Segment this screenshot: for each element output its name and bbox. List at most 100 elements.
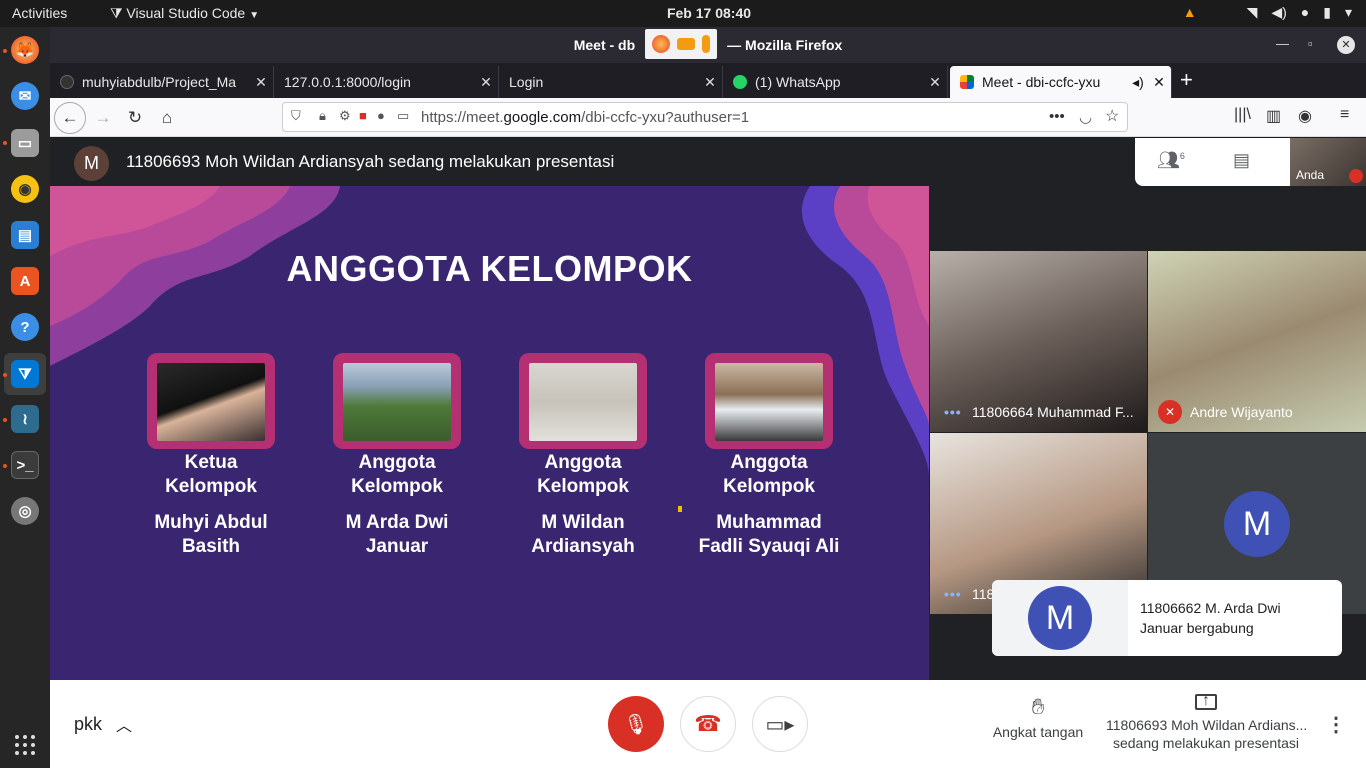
running-indicator <box>3 141 7 145</box>
clock[interactable]: Feb 17 08:40 <box>0 5 1366 21</box>
account-icon[interactable]: ◉ <box>1298 106 1312 126</box>
back-button[interactable]: ← <box>54 102 86 134</box>
presenting-line-2: sedang melakukan presentasi <box>1112 735 1299 751</box>
member-name: Muhyi Abdul Basith <box>116 511 306 559</box>
participant-name: 11806664 Muhammad F... <box>972 404 1134 420</box>
close-tab-icon[interactable]: ✕ <box>923 74 947 91</box>
forward-button[interactable]: → <box>90 105 116 131</box>
member-name: M Wildan Ardiansyah <box>488 511 678 559</box>
terminal-icon[interactable]: >_ <box>11 451 39 479</box>
software-center-icon[interactable]: A <box>11 267 39 295</box>
close-tab-icon[interactable]: ✕ <box>249 74 273 91</box>
tab-label: muhyiabdulb/Project_Ma <box>82 74 237 90</box>
page-actions-icon[interactable]: ••• <box>1049 108 1065 125</box>
libreoffice-writer-icon[interactable]: ▤ <box>11 221 39 249</box>
raise-hand-button[interactable]: ✋︎ Angkat tangan <box>992 694 1084 740</box>
toggle-microphone-button[interactable]: 🎙︎ <box>608 696 664 752</box>
camera-permission-icon[interactable]: ■ <box>359 108 367 123</box>
thunderbird-icon[interactable]: ✉ <box>11 82 39 110</box>
member-photo <box>343 363 451 441</box>
bookmark-star-icon[interactable]: ☆ <box>1105 106 1119 126</box>
self-view[interactable]: Anda <box>1290 138 1366 186</box>
participant-tile[interactable]: ••• 11806664 Muhammad F... <box>930 251 1147 432</box>
tab-label: Meet - dbi-ccfc-yxu <box>982 74 1101 90</box>
name-line-1: Muhammad <box>716 512 822 533</box>
rhythmbox-icon[interactable]: ◉ <box>11 175 39 203</box>
close-tab-icon[interactable]: ✕ <box>698 74 722 91</box>
window-title-right: — Mozilla Firefox <box>727 37 843 53</box>
participant-tile[interactable]: ✕ Andre Wijayanto <box>1148 251 1366 432</box>
sidebar-icon[interactable]: ▥ <box>1266 106 1281 126</box>
chat-button[interactable]: ▤ <box>1233 150 1250 171</box>
member-role: Anggota Kelompok <box>312 451 482 499</box>
close-tab-icon[interactable]: ✕ <box>474 74 498 91</box>
menu-icon[interactable]: ≡ <box>1340 106 1349 124</box>
more-options-icon[interactable]: ⋮ <box>1326 712 1346 737</box>
presenting-button[interactable]: ↑ 11806693 Moh Wildan Ardians... sedang … <box>1106 693 1308 752</box>
vscode-icon[interactable]: ⧩ <box>11 360 39 388</box>
participants-count: 6 <box>1179 151 1185 161</box>
toggle-camera-button[interactable]: ▭▸ <box>752 696 808 752</box>
close-window-icon[interactable]: ✕ <box>1337 36 1355 54</box>
photo-frame <box>705 353 833 449</box>
lock-icon[interactable]: 🔒︎ <box>319 108 326 124</box>
pocket-icon[interactable]: ◡ <box>1079 108 1092 126</box>
help-icon[interactable]: ? <box>11 313 39 341</box>
disk-icon[interactable]: ◎ <box>11 497 39 525</box>
speaking-indicator: ••• <box>944 404 962 420</box>
close-tab-icon[interactable]: ✕ <box>1147 74 1171 91</box>
tab-audio-icon[interactable]: ◂) <box>1129 74 1147 91</box>
home-button[interactable]: ⌂ <box>154 105 180 131</box>
wifi-icon: ◥ <box>1246 4 1258 20</box>
maximize-icon[interactable]: ▫ <box>1308 36 1313 51</box>
firefox-icon[interactable]: 🦊 <box>11 36 39 64</box>
tab-whatsapp[interactable]: (1) WhatsApp ✕ <box>723 66 948 98</box>
hand-icon: ✋︎ <box>1031 694 1045 719</box>
member-role: Ketua Kelompok <box>126 451 296 499</box>
google-meet-icon <box>960 75 974 89</box>
chevron-up-icon[interactable]: ︿ <box>116 712 132 736</box>
mysql-workbench-icon[interactable]: ≀ <box>11 405 39 433</box>
name-line-2: Fadli Syauqi Ali <box>698 536 840 557</box>
presenting-line-1: 11806693 Moh Wildan Ardians... <box>1106 717 1308 733</box>
show-applications-icon[interactable] <box>15 735 35 755</box>
tab-meet[interactable]: Meet - dbi-ccfc-yxu ◂) ✕ <box>950 66 1172 98</box>
tab-label: 127.0.0.1:8000/login <box>284 74 411 90</box>
power-menu-icon[interactable]: ▾ <box>1345 4 1352 21</box>
leave-call-button[interactable]: ☎︎ <box>680 696 736 752</box>
tab-login[interactable]: Login ✕ <box>499 66 723 98</box>
github-icon <box>60 75 74 89</box>
microphone-permission-icon[interactable]: ● <box>377 108 385 123</box>
reload-button[interactable]: ↻ <box>122 105 148 131</box>
role-line-2: Kelompok <box>165 476 257 497</box>
meeting-name[interactable]: pkk <box>74 714 102 735</box>
presenter-label: 11806693 Moh Wildan Ardiansyah sedang me… <box>126 152 615 171</box>
tab-github[interactable]: muhyiabdulb/Project_Ma ✕ <box>50 66 274 98</box>
system-top-bar: Activities ⧩ Visual Studio Code ▼ Feb 17 … <box>0 0 1366 27</box>
tab-localhost-login[interactable]: 127.0.0.1:8000/login ✕ <box>274 66 499 98</box>
tab-label: Login <box>509 74 544 90</box>
people-icon: 👥︎ <box>1157 150 1180 170</box>
name-line-1: M Wildan <box>541 512 625 533</box>
navigation-toolbar: ← → ↻ ⌂ ⛉ 🔒︎ ⚙ ■ ● ▭ https://meet.google… <box>50 98 1366 137</box>
meet-app: M 11806693 Moh Wildan Ardiansyah sedang … <box>50 138 1366 768</box>
address-bar[interactable]: ⛉ 🔒︎ ⚙ ■ ● ▭ https://meet.google.com/dbi… <box>282 102 1128 132</box>
name-line-2: Januar <box>365 536 429 557</box>
new-tab-button[interactable]: + <box>1180 67 1193 93</box>
window-title-bar: Meet - db — Mozilla Firefox — ▫ ✕ <box>50 27 1366 63</box>
participants-button[interactable]: 👥︎6 <box>1157 150 1185 171</box>
chat-icon: ▤ <box>1233 150 1251 170</box>
files-icon[interactable]: ▭ <box>11 129 39 157</box>
minimize-icon[interactable]: — <box>1276 36 1289 51</box>
permissions-icon[interactable]: ⚙ <box>339 108 351 124</box>
tracking-protection-icon[interactable]: ⛉ <box>291 108 301 124</box>
toast-message: 11806662 M. Arda Dwi Januar bergabung <box>1140 600 1281 636</box>
member-photo <box>157 363 265 441</box>
toast-avatar-panel: M <box>992 580 1128 656</box>
notification-permission-icon[interactable]: ▭ <box>397 108 409 124</box>
system-tray[interactable]: ▲ ◥ ◀) ● ▮ ▾ <box>1183 4 1352 21</box>
vlc-icon[interactable]: ▲ <box>1183 4 1197 21</box>
member-role: Anggota Kelompok <box>684 451 854 499</box>
sharing-indicator[interactable] <box>645 29 717 59</box>
library-icon[interactable]: |||\ <box>1234 106 1251 124</box>
